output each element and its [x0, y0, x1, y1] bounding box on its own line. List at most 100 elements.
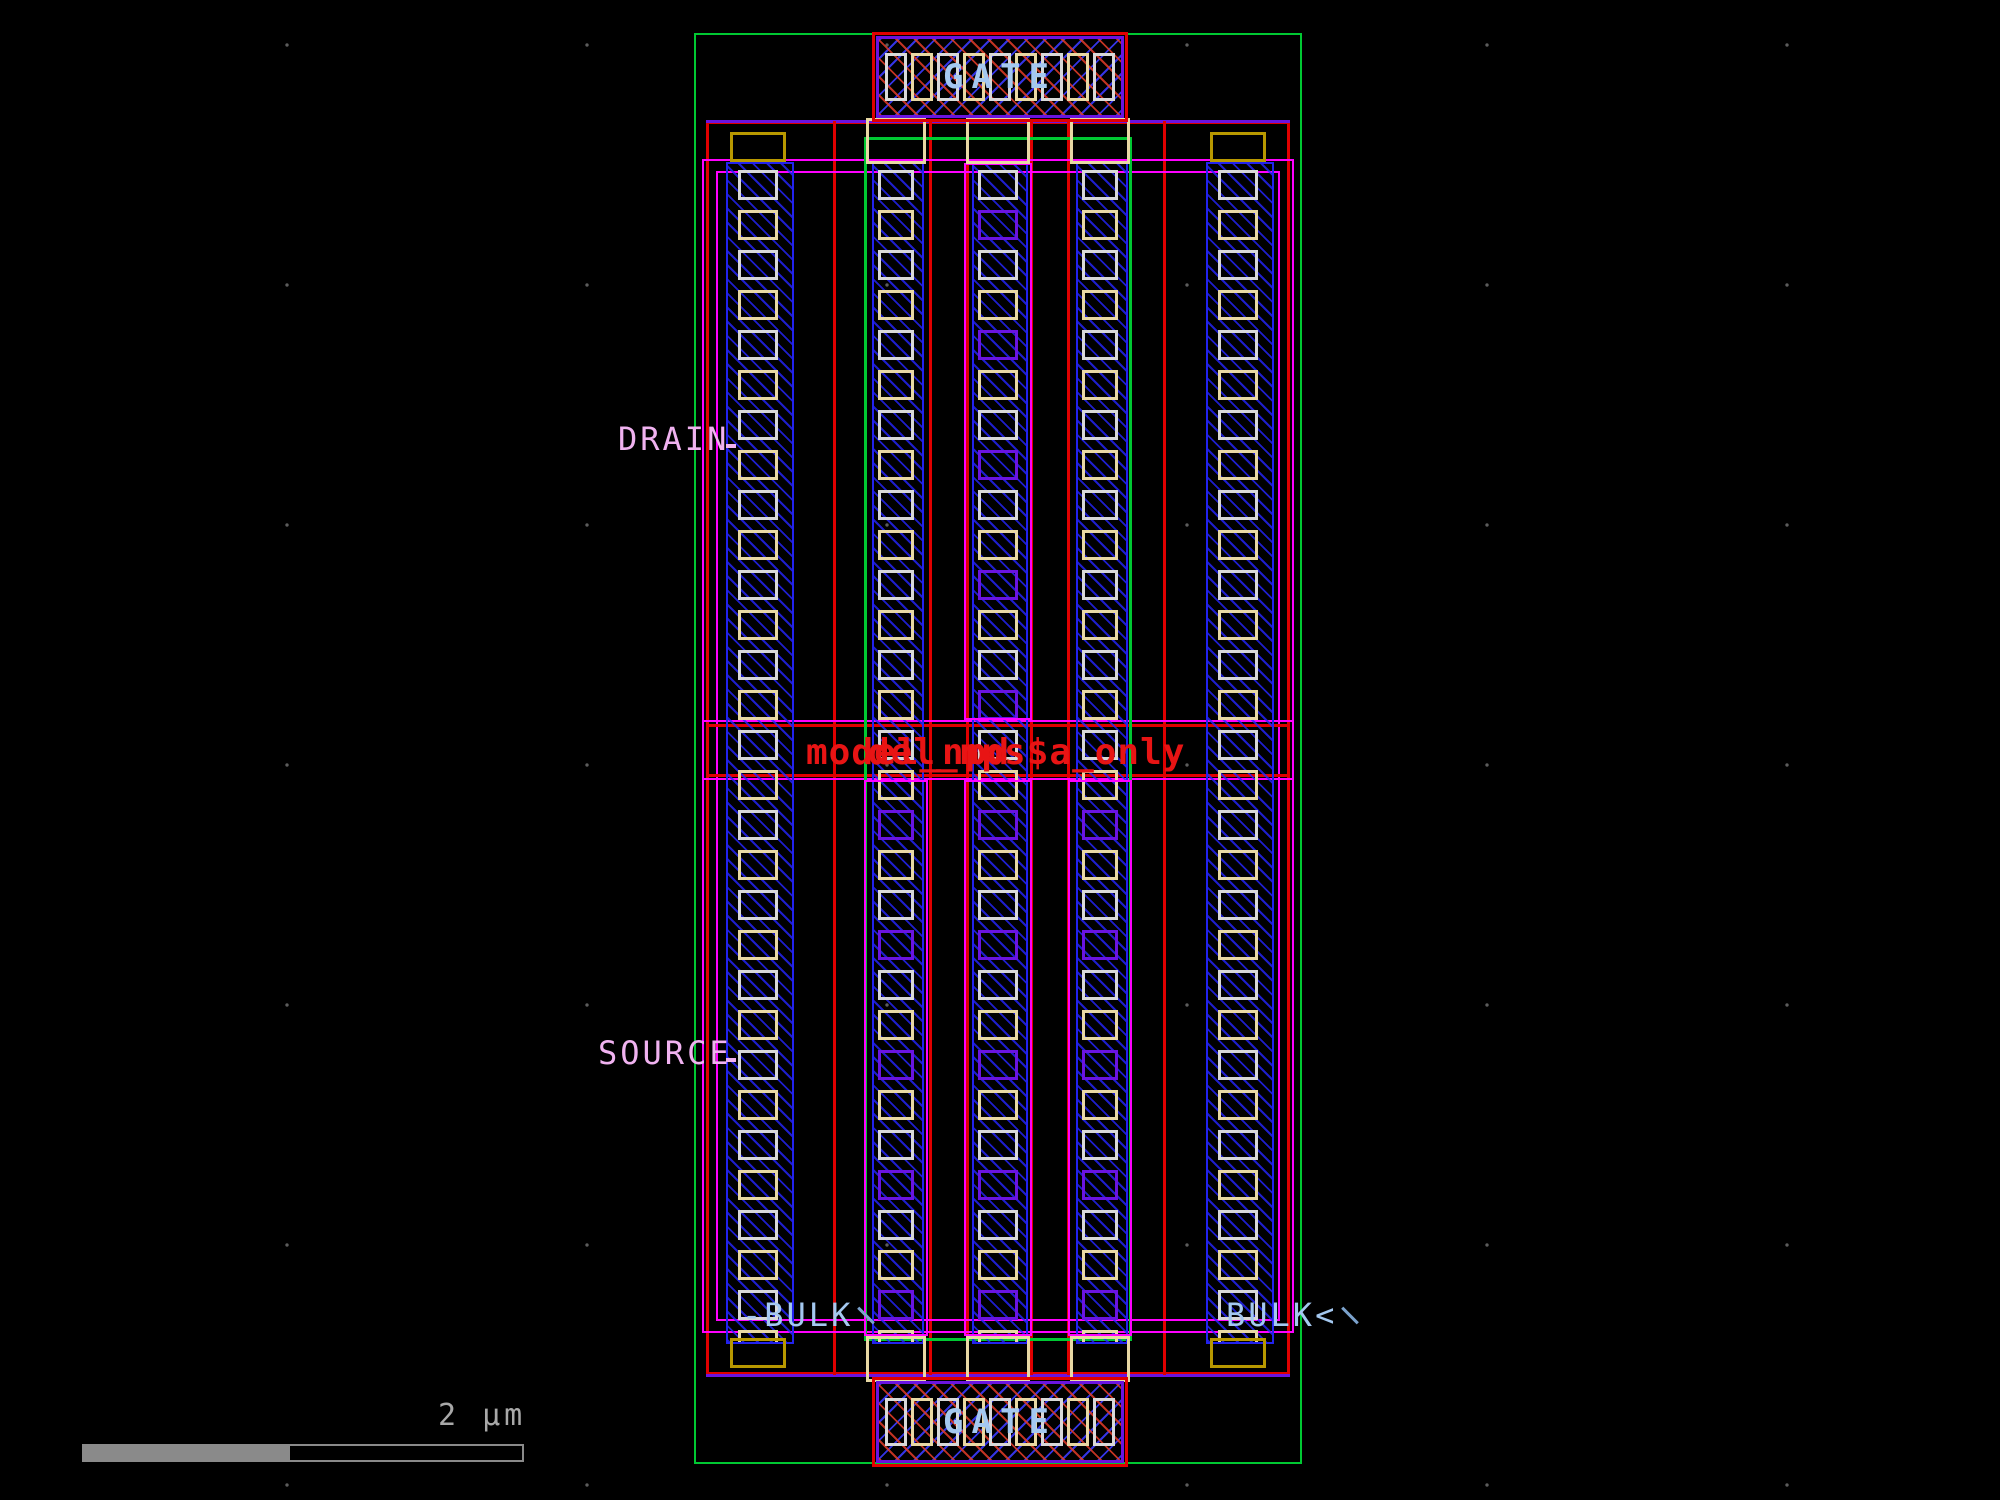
contact-via	[738, 730, 778, 760]
drain-leader-tick	[726, 444, 736, 448]
contact-via	[1218, 610, 1258, 640]
contact-via	[1082, 490, 1118, 520]
contact-via	[738, 210, 778, 240]
contact-via	[1218, 530, 1258, 560]
gate-top-label: GATE	[879, 39, 1121, 115]
contact-via	[1082, 410, 1118, 440]
device-model-label-2: del_nps$a_only	[868, 732, 1185, 773]
source-leader-tick	[726, 1058, 736, 1062]
contact-via	[1082, 170, 1118, 200]
contact-via	[738, 1250, 778, 1280]
contact-via	[1218, 850, 1258, 880]
contact-via	[1082, 650, 1118, 680]
contact-via	[878, 490, 914, 520]
contact-via	[738, 330, 778, 360]
metal-finger-box-center-upper[interactable]	[964, 163, 1032, 720]
contact-via	[1218, 250, 1258, 280]
contact-via	[878, 290, 914, 320]
contact-via	[1218, 1130, 1258, 1160]
contact-via	[1218, 570, 1258, 600]
contact-via	[1218, 650, 1258, 680]
contact-via	[738, 930, 778, 960]
contact-via	[738, 610, 778, 640]
contact-via	[738, 650, 778, 680]
finger-end-cap[interactable]	[966, 1336, 1030, 1382]
contact-via	[1218, 890, 1258, 920]
bulk-left-dash: -	[742, 1296, 764, 1334]
contact-via	[1218, 330, 1258, 360]
contact-via	[738, 410, 778, 440]
contact-via	[738, 370, 778, 400]
contact-via	[1082, 210, 1118, 240]
tap-cap-yellow[interactable]	[730, 132, 786, 162]
contact-via	[1218, 370, 1258, 400]
contact-via	[738, 970, 778, 1000]
gate-pad-bottom[interactable]: GATE	[876, 1381, 1124, 1463]
contact-via	[878, 210, 914, 240]
contact-via	[738, 290, 778, 320]
tap-cap-yellow[interactable]	[730, 1338, 786, 1368]
tap-cap-yellow[interactable]	[1210, 132, 1266, 162]
contact-via	[1218, 930, 1258, 960]
finger-end-cap[interactable]	[1070, 1336, 1130, 1382]
contact-via	[878, 570, 914, 600]
contact-via	[738, 890, 778, 920]
contact-via	[738, 810, 778, 840]
layout-viewer-canvas[interactable]: GATE GATE DRAIN SOURCE -BULK BULK< model…	[0, 0, 2000, 1500]
bulk-right-label: BULK<	[1226, 1296, 1361, 1334]
contact-via	[878, 450, 914, 480]
contact-via	[1218, 970, 1258, 1000]
contact-via	[738, 450, 778, 480]
contact-via	[738, 1010, 778, 1040]
contact-via	[1218, 1050, 1258, 1080]
contact-via	[738, 250, 778, 280]
bulk-right-text: BULK	[1226, 1296, 1315, 1334]
tap-cap-yellow[interactable]	[1210, 1338, 1266, 1368]
scale-bar-outline-half	[288, 1444, 524, 1462]
bulk-right-leader-line	[1341, 1306, 1359, 1324]
contact-via	[1218, 170, 1258, 200]
contact-via	[1218, 210, 1258, 240]
contact-via	[878, 170, 914, 200]
contact-via	[1218, 690, 1258, 720]
metal-finger-box-center-lower[interactable]	[964, 780, 1032, 1336]
bulk-right-arrowhead: <	[1315, 1296, 1337, 1334]
metal-finger-box-right-lower[interactable]	[1068, 780, 1132, 1336]
contact-via	[1082, 530, 1118, 560]
contact-via	[1218, 810, 1258, 840]
contact-via	[738, 1090, 778, 1120]
contact-via	[878, 330, 914, 360]
metal-finger-box-left-lower[interactable]	[864, 780, 928, 1336]
contact-via	[1218, 1170, 1258, 1200]
contact-via	[878, 370, 914, 400]
gate-pad-top[interactable]: GATE	[876, 36, 1124, 118]
contact-via	[1218, 1250, 1258, 1280]
bulk-contact-column-left[interactable]	[726, 162, 794, 1344]
contact-via	[1218, 1210, 1258, 1240]
finger-end-cap[interactable]	[966, 118, 1030, 164]
scale-bar-filled-half	[82, 1444, 288, 1462]
contact-via	[878, 650, 914, 680]
finger-end-cap[interactable]	[866, 118, 926, 164]
bulk-left-leader-line	[857, 1306, 875, 1324]
contact-via	[878, 690, 914, 720]
finger-end-cap[interactable]	[1070, 118, 1130, 164]
scale-bar-label: 2 µm	[438, 1398, 526, 1433]
contact-via	[1218, 450, 1258, 480]
contact-via	[738, 850, 778, 880]
contact-via	[738, 530, 778, 560]
contact-via	[1082, 690, 1118, 720]
source-label: SOURCE	[598, 1034, 732, 1072]
gate-bottom-label: GATE	[879, 1384, 1121, 1460]
finger-end-cap[interactable]	[866, 1336, 926, 1382]
contact-via	[1082, 570, 1118, 600]
contact-via	[1082, 370, 1118, 400]
bulk-left-text: BULK	[764, 1296, 853, 1334]
contact-via	[1082, 610, 1118, 640]
contact-via	[1218, 490, 1258, 520]
contact-via	[738, 570, 778, 600]
contact-via	[878, 250, 914, 280]
bulk-contact-column-right[interactable]	[1206, 162, 1274, 1344]
contact-via	[738, 690, 778, 720]
contact-via	[738, 770, 778, 800]
